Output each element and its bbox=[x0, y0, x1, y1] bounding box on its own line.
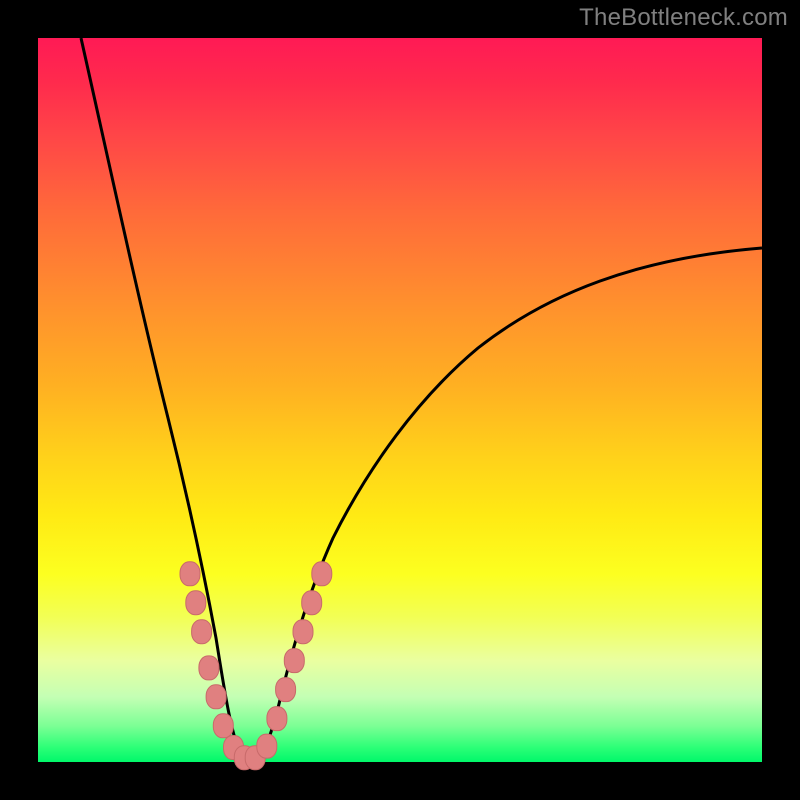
marker-layer bbox=[180, 562, 332, 770]
marker-point bbox=[186, 591, 206, 615]
marker-point bbox=[192, 620, 212, 644]
curve-group bbox=[81, 38, 762, 760]
marker-point bbox=[302, 591, 322, 615]
marker-point bbox=[213, 714, 233, 738]
marker-point bbox=[257, 734, 277, 758]
marker-point bbox=[267, 707, 287, 731]
marker-point bbox=[276, 678, 296, 702]
marker-point bbox=[180, 562, 200, 586]
watermark-text: TheBottleneck.com bbox=[579, 4, 788, 32]
chart-svg bbox=[38, 38, 762, 762]
chart-frame: TheBottleneck.com bbox=[0, 0, 800, 800]
marker-point bbox=[199, 656, 219, 680]
left-curve bbox=[81, 38, 248, 760]
marker-point bbox=[312, 562, 332, 586]
marker-point bbox=[284, 649, 304, 673]
marker-point bbox=[206, 685, 226, 709]
marker-point bbox=[293, 620, 313, 644]
right-curve bbox=[256, 248, 762, 760]
plot-area bbox=[38, 38, 762, 762]
